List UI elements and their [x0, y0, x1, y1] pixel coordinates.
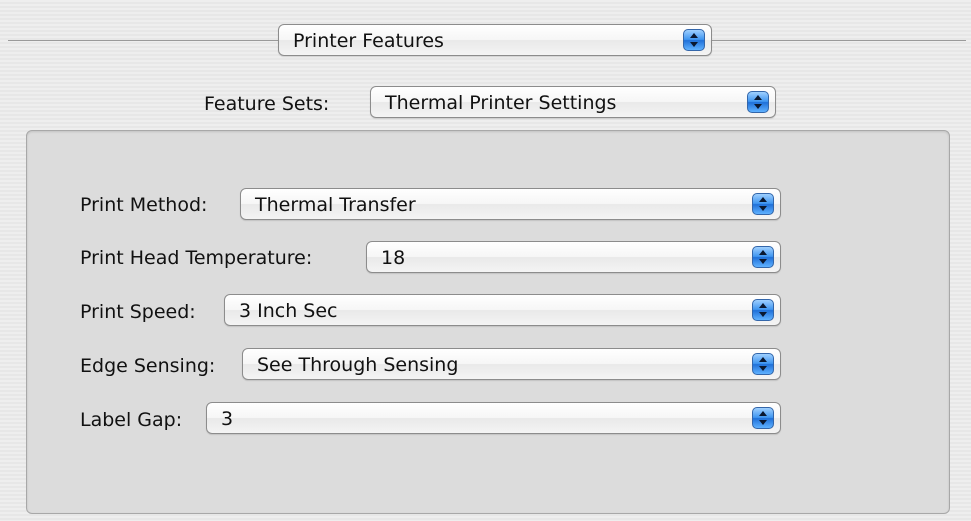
pane-select-popup[interactable]: Printer Features	[278, 24, 712, 56]
edge-sensing-value: See Through Sensing	[257, 354, 459, 376]
print-method-popup[interactable]: Thermal Transfer	[240, 188, 781, 220]
up-down-chevron-icon	[752, 299, 774, 321]
print-head-temperature-value: 18	[381, 247, 406, 269]
feature-sets-value: Thermal Printer Settings	[385, 92, 617, 114]
up-down-chevron-icon	[752, 246, 774, 268]
pane-select-value: Printer Features	[293, 30, 444, 52]
separator-line-left	[8, 40, 278, 41]
label-gap-value: 3	[221, 408, 234, 430]
print-method-value: Thermal Transfer	[255, 194, 416, 216]
up-down-chevron-icon	[683, 29, 705, 51]
print-head-temperature-label: Print Head Temperature:	[80, 247, 313, 269]
up-down-chevron-icon	[752, 353, 774, 375]
feature-sets-label: Feature Sets:	[204, 93, 330, 115]
edge-sensing-popup[interactable]: See Through Sensing	[242, 348, 781, 380]
up-down-chevron-icon	[747, 91, 769, 113]
print-head-temperature-popup[interactable]: 18	[366, 241, 781, 273]
up-down-chevron-icon	[752, 407, 774, 429]
label-gap-label: Label Gap:	[80, 409, 183, 431]
edge-sensing-label: Edge Sensing:	[80, 355, 216, 377]
print-method-label: Print Method:	[80, 194, 208, 216]
label-gap-popup[interactable]: 3	[206, 402, 781, 434]
up-down-chevron-icon	[752, 193, 774, 215]
print-speed-label: Print Speed:	[80, 301, 196, 323]
print-speed-popup[interactable]: 3 Inch Sec	[224, 294, 781, 326]
print-speed-value: 3 Inch Sec	[239, 300, 338, 322]
feature-sets-popup[interactable]: Thermal Printer Settings	[370, 86, 776, 118]
separator-line-right	[712, 40, 966, 41]
